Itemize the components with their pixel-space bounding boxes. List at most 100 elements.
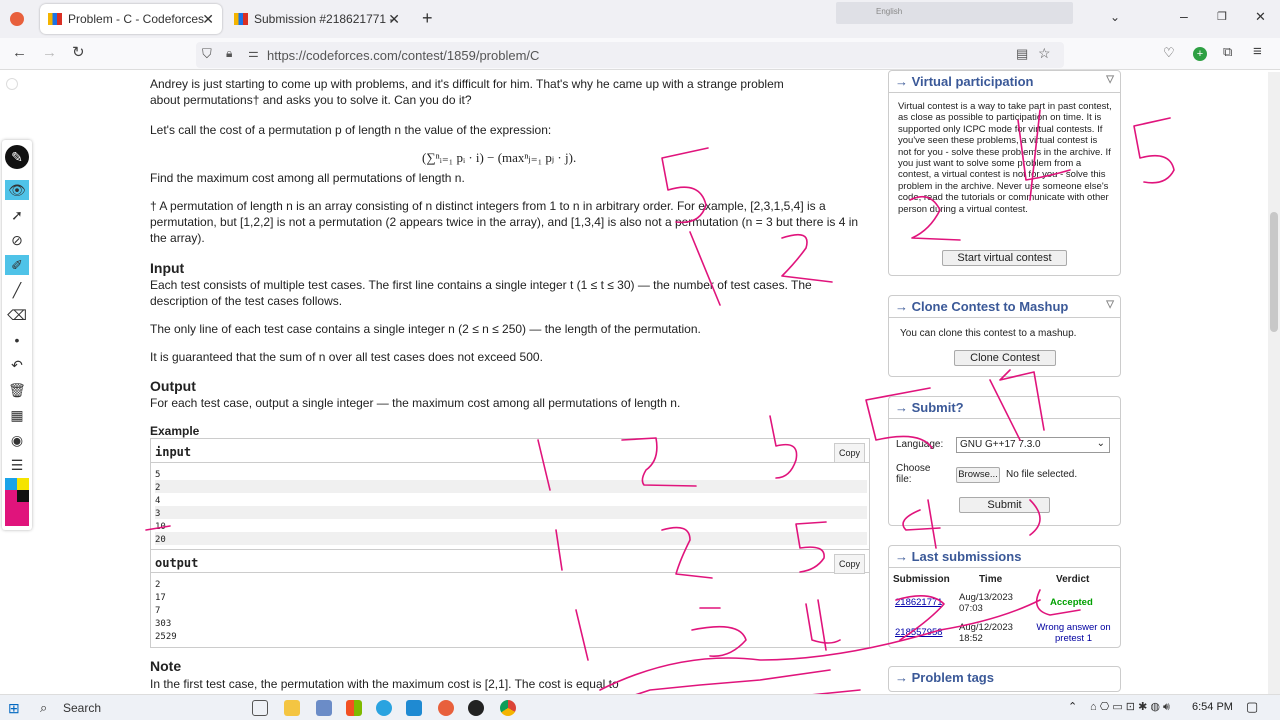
input-guarantee: It is guaranteed that the sum of n over … — [150, 350, 543, 364]
table-row: 218621771 Aug/13/2023 07:03 Accepted — [889, 591, 1120, 615]
verdict-accepted: Accepted — [1050, 597, 1093, 608]
task-view-icon[interactable] — [252, 700, 268, 716]
telegram-icon[interactable] — [376, 700, 392, 716]
trash-icon[interactable]: 🗑︎ — [5, 380, 29, 400]
store-icon[interactable] — [346, 700, 362, 716]
submissions-header-row: Submission Time Verdict — [889, 570, 1120, 586]
board-icon[interactable]: ▦ — [5, 405, 29, 425]
dot-size-icon[interactable]: • — [5, 330, 29, 350]
input-line: 5 — [155, 470, 161, 480]
submit-button[interactable]: Submit — [959, 497, 1050, 513]
tray-icons[interactable]: ⌂ ⎔ ▭ ⊡ ✱ ◍ 🔊︎ — [1090, 700, 1170, 714]
output-line: 7 — [155, 606, 161, 616]
app-icon[interactable] — [316, 700, 332, 716]
copy-input-button[interactable]: Copy — [833, 443, 865, 463]
problem-tags-box: → Problem tags — [888, 666, 1121, 692]
page-scroll-indicator — [6, 78, 18, 90]
color-palette[interactable] — [5, 478, 29, 526]
cost-expression: (∑ⁿᵢ₌₁ pᵢ · i) − (maxⁿⱼ₌₁ pⱼ · j). — [422, 150, 577, 165]
close-window-icon[interactable]: ✕ — [1255, 9, 1266, 25]
target-icon[interactable]: ⊘ — [5, 230, 29, 250]
chrome-icon[interactable] — [500, 700, 516, 716]
annotation-toolbar: ✎ 👁︎ ➚ ⊘ ✐ ╱ ⌫ • ↶ 🗑︎ ▦ ◉ ☰ — [2, 140, 32, 530]
navigation-bar: ← → ↻ ⛉ 🔒︎ ⚌ https://codeforces.com/cont… — [0, 38, 1280, 70]
file-label: Choose file: — [896, 463, 931, 485]
new-tab-button[interactable]: + — [422, 8, 433, 29]
virtual-title[interactable]: → Virtual participation ▽ — [889, 71, 1120, 93]
reader-view-icon[interactable]: ▤ — [1016, 46, 1028, 62]
submission-link[interactable]: 218621771 — [895, 597, 943, 608]
shield-icon[interactable]: ⛉ — [202, 46, 212, 62]
table-row: 218557958 Aug/12/2023 18:52 Wrong answer… — [889, 619, 1120, 645]
chevron-down-icon[interactable]: ▽ — [1106, 299, 1114, 310]
restore-icon[interactable]: ❐ — [1217, 10, 1227, 23]
input-heading: Input — [150, 260, 185, 276]
codeforces-icon — [48, 13, 62, 25]
clipboard-icon[interactable]: ☰ — [5, 455, 29, 475]
virtual-participation-box: → Virtual participation ▽ Virtual contest… — [888, 70, 1121, 276]
windows-start-icon[interactable]: ⊞ — [8, 700, 20, 717]
vscode-icon[interactable] — [406, 700, 422, 716]
reload-icon[interactable]: ↻ — [72, 43, 85, 61]
minimize-icon[interactable]: – — [1180, 8, 1188, 24]
eye-icon[interactable]: 👁︎ — [5, 180, 29, 200]
tray-chevron-icon[interactable]: ⌃ — [1068, 700, 1077, 713]
eraser-icon[interactable]: ⌫ — [5, 305, 29, 325]
forward-icon[interactable]: → — [42, 44, 57, 61]
close-tab-icon[interactable]: ✕ — [202, 11, 214, 28]
search-label: Search — [63, 701, 102, 715]
cursor-icon[interactable]: ➚ — [5, 205, 29, 225]
output-text: For each test case, output a single inte… — [150, 396, 681, 410]
url-text[interactable]: https://codeforces.com/contest/1859/prob… — [267, 48, 539, 63]
pen-mode-icon[interactable]: ✎ — [5, 145, 29, 169]
output-line: 2 — [155, 580, 161, 590]
firefox-menu-icon[interactable] — [10, 12, 24, 26]
clone-contest-button[interactable]: Clone Contest — [954, 350, 1056, 366]
chevron-down-icon[interactable]: ▽ — [1106, 74, 1114, 85]
verdict-wrong: Wrong answer on pretest 1 — [1036, 622, 1111, 644]
browser-tab-strip: Problem - C - Codeforces ✕ Submission #2… — [0, 0, 1280, 38]
extension-icon[interactable]: + — [1193, 47, 1207, 61]
browse-button[interactable]: Browse... — [956, 467, 1000, 483]
problem-tags-title[interactable]: → Problem tags — [889, 667, 1120, 689]
input-line: 2 — [155, 480, 867, 493]
camera-icon[interactable]: ◉ — [5, 430, 29, 450]
problem-intro: Andrey is just starting to come up with … — [150, 77, 784, 107]
output-line: 303 — [155, 619, 172, 629]
permissions-icon[interactable]: ⚌ — [248, 46, 259, 60]
tab-problem[interactable]: Problem - C - Codeforces ✕ — [40, 4, 222, 34]
output-line: 17 — [155, 593, 166, 603]
start-virtual-contest-button[interactable]: Start virtual contest — [942, 250, 1067, 266]
copy-output-button[interactable]: Copy — [833, 554, 865, 574]
chevron-down-icon: ⌄ — [1096, 438, 1105, 449]
address-bar[interactable]: ⛉ 🔒︎ ⚌ https://codeforces.com/contest/18… — [196, 42, 1064, 68]
firefox-icon[interactable] — [438, 700, 454, 716]
highlighter-icon[interactable]: ✐ — [5, 255, 29, 275]
close-tab-icon[interactable]: ✕ — [388, 11, 400, 28]
pocket-icon[interactable]: ♡ — [1163, 45, 1175, 61]
clone-title[interactable]: → Clone Contest to Mashup ▽ — [889, 296, 1120, 318]
extensions-puzzle-icon[interactable]: ⧉ — [1223, 44, 1232, 60]
lock-icon[interactable]: 🔒︎ — [226, 46, 232, 61]
language-bar: English — [836, 2, 1073, 24]
tab-submission[interactable]: Submission #218621771 - Code ✕ — [226, 4, 408, 34]
submission-time: Aug/12/2023 18:52 — [959, 622, 1013, 644]
problem-statement: Andrey is just starting to come up with … — [150, 72, 870, 692]
menu-icon[interactable]: ≡ — [1253, 43, 1262, 60]
list-tabs-icon[interactable]: ⌄ — [1110, 10, 1120, 24]
submission-link[interactable]: 218557958 — [895, 627, 943, 638]
scroll-thumb[interactable] — [1270, 212, 1278, 332]
find-text: Find the maximum cost among all permutat… — [150, 171, 465, 185]
app-icon[interactable] — [468, 700, 484, 716]
undo-icon[interactable]: ↶ — [5, 355, 29, 375]
back-icon[interactable]: ← — [12, 44, 27, 61]
line-icon[interactable]: ╱ — [5, 280, 29, 300]
taskbar-search[interactable]: ⌕ Search — [34, 697, 234, 719]
tab-label: Problem - C - Codeforces — [68, 12, 205, 26]
clock[interactable]: 6:54 PM — [1192, 701, 1233, 713]
bookmark-star-icon[interactable]: ☆ — [1038, 45, 1051, 62]
file-explorer-icon[interactable] — [284, 700, 300, 716]
language-select[interactable]: GNU G++17 7.3.0 ⌄ — [956, 437, 1110, 453]
notifications-icon[interactable]: ▢ — [1246, 699, 1258, 715]
page-scrollbar[interactable] — [1268, 72, 1280, 694]
